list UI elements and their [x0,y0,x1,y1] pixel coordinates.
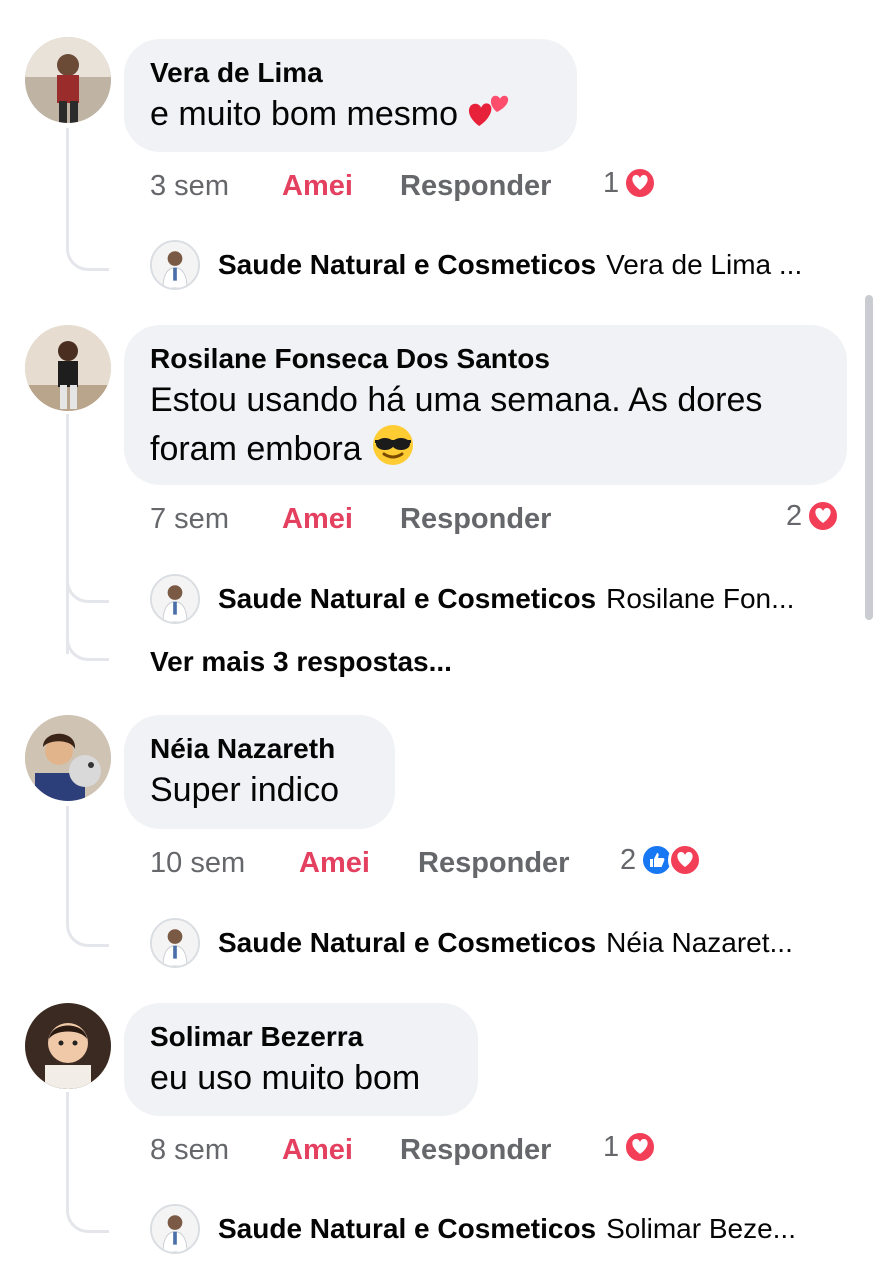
comment-text: eu uso muito bom [150,1059,421,1097]
comment-author[interactable]: Vera de Lima [150,55,551,91]
comment-author[interactable]: Rosilane Fonseca Dos Santos [150,341,821,377]
heart-reaction-icon [668,843,703,877]
heart-reaction-icon [623,1130,658,1164]
thread-line [66,128,69,238]
reply-preview-text: Solimar Beze... [606,1213,796,1244]
view-more-replies-link[interactable]: Ver mais 3 respostas... [150,646,452,678]
thread-line [66,1092,69,1202]
sunglasses-face-icon [371,423,415,479]
reply-preview-text: Vera de Lima ... [606,249,803,280]
comment-bubble[interactable]: Néia Nazareth Super indico [124,715,395,829]
reply-button[interactable]: Responder [400,503,551,536]
love-button[interactable]: Amei [282,1134,353,1167]
reply-preview-text: Rosilane Fon... [606,583,795,614]
reaction-summary[interactable]: 1 [603,1130,658,1164]
love-button[interactable]: Amei [299,847,370,880]
page-avatar [150,1204,200,1254]
comment-bubble[interactable]: Solimar Bezerra eu uso muito bom [124,1003,478,1116]
comment-text: Super indico [150,771,340,809]
comment-time[interactable]: 3 sem [150,170,229,203]
heart-reaction-icon [623,166,658,200]
reaction-count: 1 [603,1130,620,1163]
reaction-summary[interactable]: 2 [786,499,841,533]
commenter-avatar[interactable] [25,37,111,123]
reply-preview-row[interactable]: Saude Natural e Cosmeticos Solimar Beze.… [150,1204,796,1254]
reaction-summary[interactable]: 2 [620,843,703,877]
reply-preview-row[interactable]: Saude Natural e Cosmeticos Rosilane Fon.… [150,574,794,624]
comment-time[interactable]: 10 sem [150,847,245,880]
comment-text-line: Estou usando há uma semana. As dores [150,381,763,419]
thread-branch [66,228,109,271]
commenter-avatar[interactable] [25,325,111,411]
scrollbar[interactable] [865,295,873,620]
comment-bubble[interactable]: Rosilane Fonseca Dos Santos Estou usando… [124,325,847,485]
comment-time[interactable]: 8 sem [150,1134,229,1167]
love-button[interactable]: Amei [282,503,353,536]
reply-preview-row[interactable]: Saude Natural e Cosmeticos Vera de Lima … [150,240,802,290]
thread-line [66,414,69,654]
thread-line [66,806,69,916]
reaction-count: 1 [603,166,620,199]
reaction-summary[interactable]: 1 [603,166,658,200]
two-hearts-icon [467,92,511,140]
reply-button[interactable]: Responder [400,1134,551,1167]
commenter-avatar[interactable] [25,715,111,801]
thread-branch [66,560,109,603]
reply-author[interactable]: Saude Natural e Cosmeticos [218,927,596,959]
heart-reaction-icon [806,499,841,533]
reply-author[interactable]: Saude Natural e Cosmeticos [218,249,596,281]
thread-branch [66,906,109,947]
reply-button[interactable]: Responder [418,847,569,880]
comment-author[interactable]: Solimar Bezerra [150,1019,452,1055]
love-button[interactable]: Amei [282,170,353,203]
comment-text: foram embora [150,423,821,479]
thread-branch [66,620,109,661]
page-avatar [150,574,200,624]
reaction-count: 2 [620,843,637,876]
reply-author[interactable]: Saude Natural e Cosmeticos [218,1213,596,1245]
commenter-avatar[interactable] [25,1003,111,1089]
comment-bubble[interactable]: Vera de Lima e muito bom mesmo [124,39,577,152]
comment-author[interactable]: Néia Nazareth [150,731,369,767]
reply-preview-row[interactable]: Saude Natural e Cosmeticos Néia Nazaret.… [150,918,793,968]
comment-text: e muito bom mesmo [150,91,551,140]
thread-branch [66,1192,109,1233]
page-avatar [150,918,200,968]
reaction-count: 2 [786,499,803,532]
reply-preview-text: Néia Nazaret... [606,927,793,958]
reply-author[interactable]: Saude Natural e Cosmeticos [218,583,596,615]
page-avatar [150,240,200,290]
comment-time[interactable]: 7 sem [150,503,229,536]
reply-button[interactable]: Responder [400,170,551,203]
